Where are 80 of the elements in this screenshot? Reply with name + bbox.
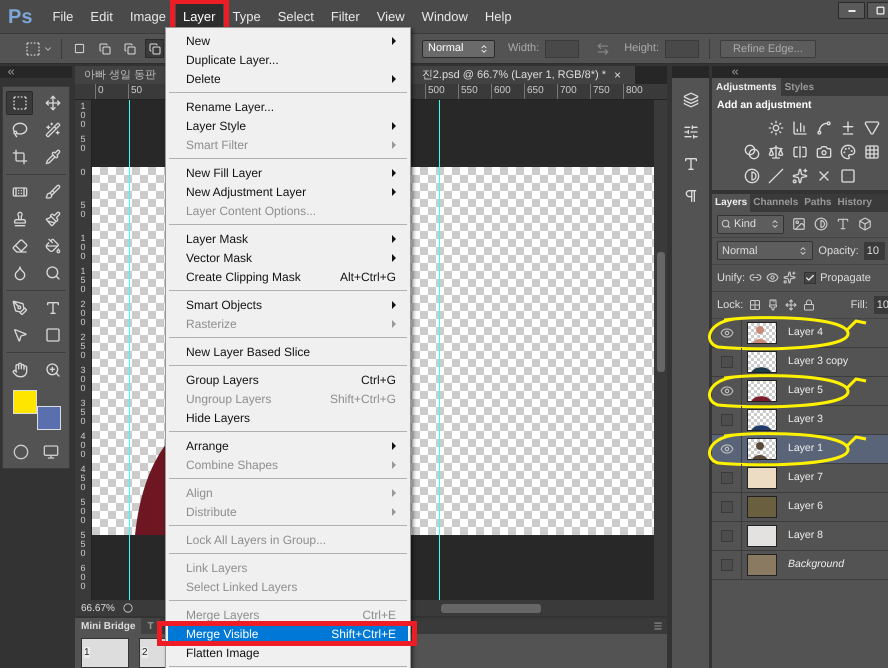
menu-entry-label: Hide Layers: [186, 410, 250, 426]
menu-entry-label: Delete: [186, 70, 221, 88]
layer-name: Layer 7: [788, 470, 824, 485]
ruler-number: 100: [80, 234, 86, 263]
menu-entry-label: New: [186, 32, 210, 50]
menu-entry-label: New Adjustment Layer: [186, 184, 306, 200]
menu-entry-label: Smart Filter: [186, 136, 248, 154]
layer-name: Layer 6: [788, 498, 824, 514]
shortcut-label: Shift+Ctrl+G: [330, 390, 396, 408]
menu-entry-label: New Fill Layer: [186, 164, 262, 182]
layer-name: Layer 5: [788, 382, 824, 398]
menu-entry-label: Layer Content Options...: [186, 202, 316, 220]
ruler-number: 350: [80, 399, 86, 428]
height-label: Height:: [624, 41, 660, 56]
ruler-number: 600: [80, 564, 86, 593]
fill-label: Fill:: [850, 298, 868, 312]
ruler-number: 500: [425, 84, 458, 99]
ruler-number: 600: [491, 84, 524, 99]
ruler-number: 400: [80, 432, 86, 461]
menu-entry-label: Merge Layers: [186, 606, 260, 624]
menu-entry-label: Create Clipping Mask: [186, 268, 301, 286]
ruler-number: 0: [80, 168, 86, 179]
menu-entry-label: Vector Mask: [186, 250, 252, 266]
menu-entry-label: Rename Layer...: [186, 98, 274, 116]
ruler-number: 200: [80, 300, 86, 329]
shortcut-label: Ctrl+E: [362, 606, 396, 624]
menu-entry-label: Duplicate Layer...: [186, 52, 279, 68]
ruler-number: 550: [458, 84, 491, 99]
layer-name: Layer 4: [788, 324, 824, 340]
menu-entry-label: Group Layers: [186, 372, 259, 388]
ruler-number: 550: [80, 531, 86, 560]
menu-entry-label: Flatten Image: [186, 644, 260, 662]
unify-label: Unify:: [717, 270, 746, 286]
menu-entry-label: Smart Objects: [186, 296, 262, 314]
shortcut-label: Alt+Ctrl+G: [340, 268, 396, 286]
menu-entry-label: Merge Visible: [186, 626, 258, 642]
menu-entry-label: Layer Style: [186, 118, 246, 134]
layer-name: Layer 8: [788, 528, 824, 543]
document-tab-title: 아빠 생일 동판: [84, 68, 156, 83]
menu-entry-label: Arrange: [186, 438, 229, 454]
propagate-label: Propagate: [820, 270, 871, 286]
ruler-number: 100: [80, 102, 86, 131]
document-tab-title: 진2.psd @ 66.7% (Layer 1, RGB/8*) *: [422, 68, 606, 83]
ruler-number: 650: [524, 84, 557, 99]
menu-entry-label: Combine Shapes: [186, 456, 278, 474]
ruler-number: 500: [80, 498, 86, 527]
ruler-number: 50: [80, 201, 86, 221]
ruler-number: 250: [80, 333, 86, 362]
ruler-number: 750: [590, 84, 623, 99]
ruler-number: 50: [128, 84, 161, 99]
menu-entry-label: Align: [186, 484, 213, 502]
ruler-number: 800: [623, 84, 656, 99]
shortcut-label: Ctrl+G: [360, 372, 396, 388]
layer-name: Layer 1: [788, 440, 824, 456]
menu-entry-label: New Layer Based Slice: [186, 344, 310, 360]
menu-entry-label: Select Linked Layers: [186, 578, 298, 596]
menu-entry-label: Lock All Layers in Group...: [186, 532, 326, 548]
layer-name: Layer 3: [788, 412, 824, 427]
menu-entry-label: Ungroup Layers: [186, 390, 272, 408]
thumbnail-number: 2: [142, 647, 148, 658]
menu-entry-label: Layer Mask: [186, 230, 248, 248]
width-label: Width:: [508, 41, 540, 56]
ruler-number: 50: [80, 135, 86, 155]
ruler-number: 0: [95, 84, 128, 99]
menu-entry-label: Rasterize: [186, 316, 237, 332]
lock-label: Lock:: [717, 298, 744, 312]
menu-entry-label: Distribute: [186, 504, 237, 520]
menu-entry-label: Link Layers: [186, 560, 248, 576]
ruler-number: 700: [557, 84, 590, 99]
shortcut-label: Shift+Ctrl+E: [331, 626, 396, 642]
ruler-number: 300: [80, 366, 86, 395]
ruler-number: 150: [80, 267, 86, 296]
panel-heading: Add an adjustment: [716, 98, 813, 113]
thumbnail-number: 1: [84, 647, 90, 658]
zoom-level: 66.67%: [81, 602, 115, 616]
layer-name: Layer 3 copy: [788, 354, 848, 369]
layer-name: Background: [788, 556, 844, 572]
opacity-label: Opacity:: [818, 244, 859, 258]
ruler-number: 450: [80, 465, 86, 494]
app-logo: Ps: [8, 4, 32, 30]
